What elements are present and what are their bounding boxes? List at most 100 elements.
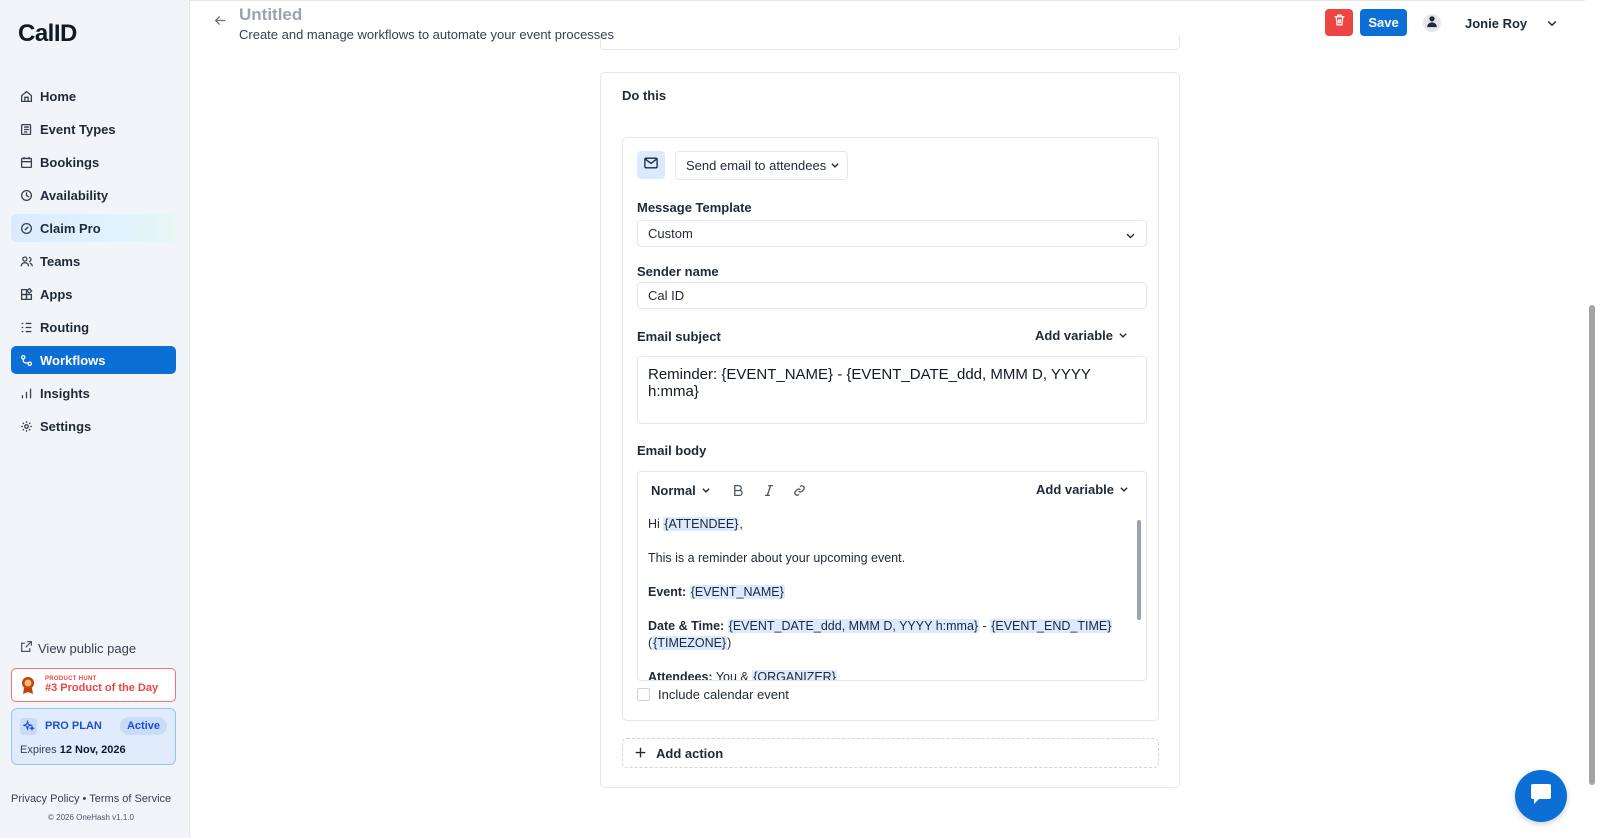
message-template-label: Message Template bbox=[637, 200, 752, 215]
status-badge: Active bbox=[119, 717, 167, 735]
sender-name-value: Cal ID bbox=[648, 288, 685, 303]
event-label: Event: bbox=[648, 585, 687, 599]
mail-icon bbox=[644, 156, 658, 174]
sidebar-item-label: Claim Pro bbox=[40, 220, 101, 236]
sidebar-item-label: Bookings bbox=[40, 154, 100, 170]
expires-label: Expires bbox=[20, 744, 57, 756]
chat-support-button[interactable] bbox=[1515, 770, 1567, 822]
clock-icon bbox=[19, 188, 33, 202]
message-template-select[interactable]: Custom bbox=[637, 220, 1147, 247]
user-name[interactable]: Jonie Roy bbox=[1465, 16, 1527, 31]
sidebar-item-home[interactable]: Home bbox=[11, 82, 176, 110]
pro-plan-card: PRO PLAN Active Expires 12 Nov, 2026 bbox=[11, 708, 176, 765]
app-logo[interactable]: CalID bbox=[18, 20, 77, 48]
sidebar: CalID Home Event Types Bookings Availabi… bbox=[0, 0, 190, 838]
gear-icon bbox=[19, 419, 33, 433]
sidebar-item-label: Apps bbox=[40, 286, 73, 302]
bold-icon[interactable] bbox=[731, 483, 745, 497]
greeting-line: Hi {ATTENDEE}, bbox=[648, 516, 1123, 533]
calendar-icon bbox=[19, 155, 33, 169]
bar-chart-icon bbox=[19, 386, 33, 400]
datetime-label: Date & Time: bbox=[648, 619, 725, 633]
include-calendar-checkbox[interactable] bbox=[637, 688, 650, 701]
sidebar-item-claim-pro[interactable]: Claim Pro bbox=[11, 214, 176, 242]
email-subject-value: Reminder: {EVENT_NAME} - {EVENT_DATE_ddd… bbox=[648, 366, 1091, 400]
email-subject-label: Email subject bbox=[637, 329, 721, 344]
sidebar-item-label: Settings bbox=[40, 418, 92, 434]
sidebar-item-label: Availability bbox=[40, 187, 109, 203]
sidebar-item-label: Workflows bbox=[40, 352, 106, 368]
sidebar-item-teams[interactable]: Teams bbox=[11, 247, 176, 275]
view-public-page-link[interactable]: View public page bbox=[20, 640, 136, 656]
variable-chip: {ATTENDEE} bbox=[663, 517, 740, 531]
sidebar-item-apps[interactable]: Apps bbox=[11, 280, 176, 308]
sparkle-icon bbox=[20, 717, 37, 735]
back-button[interactable] bbox=[214, 14, 227, 30]
privacy-policy-link[interactable]: Privacy Policy bbox=[11, 793, 79, 805]
pro-plan-label: PRO PLAN bbox=[45, 720, 102, 732]
link-icon[interactable] bbox=[793, 483, 807, 497]
routing-icon bbox=[19, 320, 33, 334]
sidebar-item-routing[interactable]: Routing bbox=[11, 313, 176, 341]
delete-button[interactable] bbox=[1325, 9, 1353, 36]
users-icon bbox=[19, 254, 33, 268]
sidebar-item-event-types[interactable]: Event Types bbox=[11, 115, 176, 143]
sidebar-item-label: Event Types bbox=[40, 121, 116, 137]
terms-of-service-link[interactable]: Terms of Service bbox=[89, 793, 171, 805]
card-title: Do this bbox=[622, 88, 667, 103]
footer-links: Privacy Policy • Terms of Service bbox=[11, 793, 171, 805]
page-scrollbar[interactable] bbox=[1589, 305, 1595, 785]
action-icon bbox=[637, 151, 665, 179]
body-add-variable-button[interactable]: Add variable bbox=[1036, 482, 1129, 497]
view-public-label: View public page bbox=[38, 640, 137, 656]
chevron-down-icon bbox=[701, 483, 711, 498]
trash-icon bbox=[1333, 13, 1346, 32]
copyright: © 2026 OneHash v1.1.0 bbox=[48, 813, 134, 822]
datetime-separator: - bbox=[979, 619, 991, 633]
email-subject-input[interactable]: Reminder: {EVENT_NAME} - {EVENT_DATE_ddd… bbox=[637, 356, 1147, 424]
action-type-value: Send email to attendees bbox=[686, 158, 827, 173]
attendees-line: Attendees: You & {ORGANIZER} bbox=[648, 669, 1123, 681]
editor-scrollbar[interactable] bbox=[1137, 520, 1141, 620]
chevron-down-icon[interactable] bbox=[1546, 16, 1558, 34]
footer-separator: • bbox=[82, 793, 87, 805]
italic-icon[interactable] bbox=[762, 483, 776, 497]
variable-chip: {EVENT_END_TIME} bbox=[990, 619, 1113, 633]
sidebar-item-settings[interactable]: Settings bbox=[11, 412, 176, 440]
email-body-editor[interactable]: Normal Add variable Hi {ATTENDEE}, This … bbox=[637, 471, 1147, 681]
datetime-line: Date & Time: {EVENT_DATE_ddd, MMM D, YYY… bbox=[648, 618, 1123, 652]
variable-chip: {EVENT_DATE_ddd, MMM D, YYYY h:mma} bbox=[727, 619, 980, 633]
page-subtitle: Create and manage workflows to automate … bbox=[239, 27, 615, 42]
product-hunt-badge[interactable]: PRODUCT HUNT #3 Product of the Day bbox=[11, 668, 176, 702]
plus-icon bbox=[635, 746, 646, 761]
medal-icon bbox=[20, 676, 36, 694]
sidebar-item-bookings[interactable]: Bookings bbox=[11, 148, 176, 176]
sidebar-item-insights[interactable]: Insights bbox=[11, 379, 176, 407]
message-template-value: Custom bbox=[648, 226, 693, 241]
chevron-down-icon bbox=[1119, 482, 1129, 497]
include-calendar-label: Include calendar event bbox=[658, 687, 789, 702]
sidebar-item-workflows[interactable]: Workflows bbox=[11, 346, 176, 374]
tz-close: ) bbox=[727, 636, 732, 650]
chevron-down-icon bbox=[830, 158, 840, 173]
include-calendar-row[interactable]: Include calendar event bbox=[637, 687, 789, 702]
page-title[interactable]: Untitled bbox=[239, 5, 302, 25]
sender-name-input[interactable]: Cal ID bbox=[637, 282, 1147, 309]
add-action-button[interactable]: Add action bbox=[622, 738, 1159, 768]
action-type-select[interactable]: Send email to attendees bbox=[675, 151, 848, 180]
greeting-suffix: , bbox=[739, 517, 743, 531]
arrow-left-icon bbox=[214, 14, 227, 30]
subject-add-variable-button[interactable]: Add variable bbox=[1035, 328, 1128, 343]
save-button[interactable]: Save bbox=[1360, 9, 1407, 36]
attendees-text: You & bbox=[712, 670, 753, 681]
email-body-content[interactable]: Hi {ATTENDEE}, This is a reminder about … bbox=[648, 516, 1123, 681]
sidebar-item-label: Insights bbox=[40, 385, 90, 401]
avatar[interactable] bbox=[1423, 14, 1441, 32]
action-step: Send email to attendees Message Template… bbox=[622, 137, 1159, 721]
text-format-select[interactable]: Normal bbox=[651, 483, 711, 498]
event-line: Event: {EVENT_NAME} bbox=[648, 584, 1123, 601]
variable-chip: {EVENT_NAME} bbox=[689, 585, 785, 599]
sidebar-item-availability[interactable]: Availability bbox=[11, 181, 176, 209]
user-icon bbox=[1425, 14, 1439, 33]
add-variable-label: Add variable bbox=[1036, 482, 1115, 497]
